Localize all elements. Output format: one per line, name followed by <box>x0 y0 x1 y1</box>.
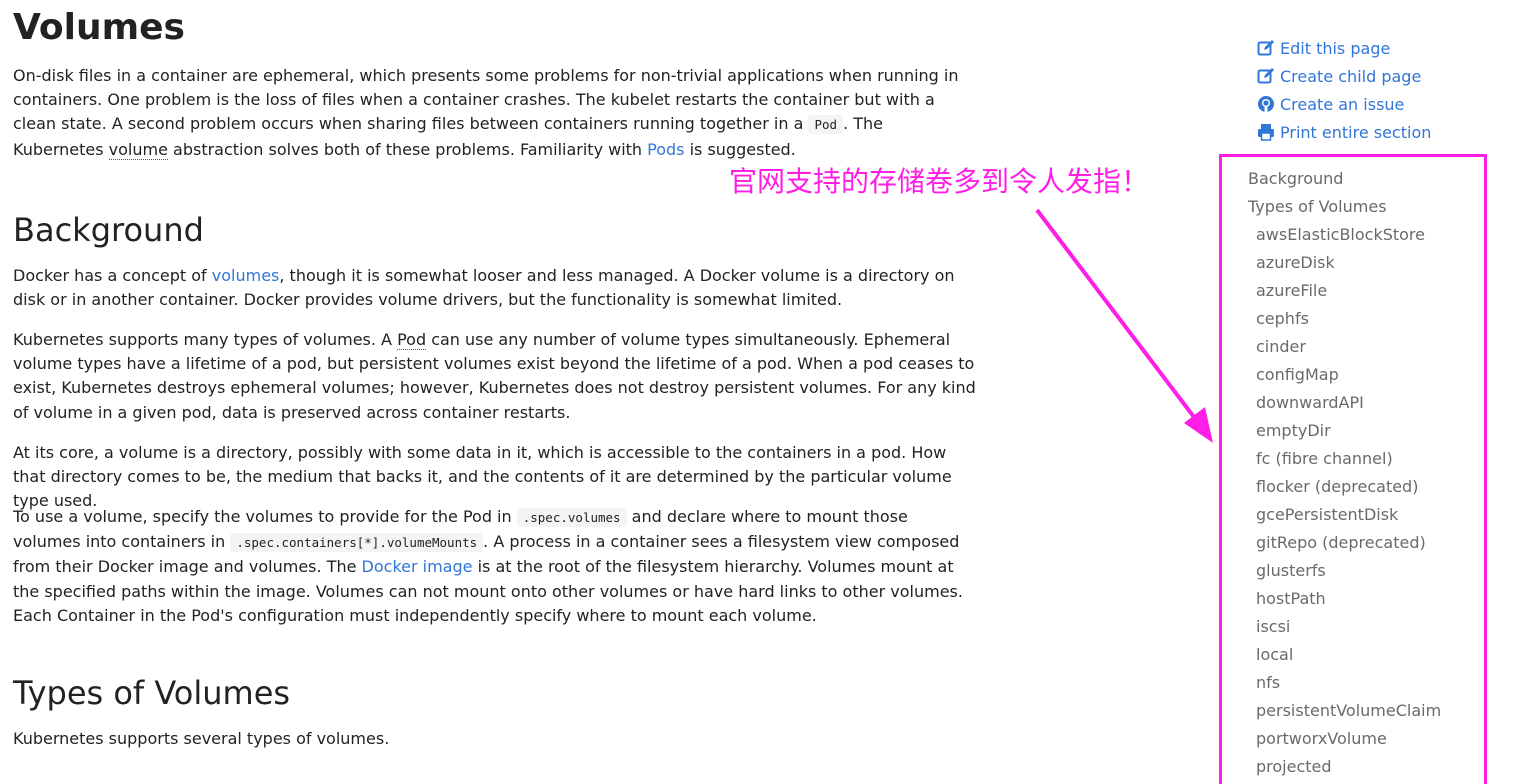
toc-subitem[interactable]: local <box>1248 641 1441 669</box>
intro-paragraph: On-disk files in a container are ephemer… <box>13 66 959 160</box>
create-issue-action[interactable]: Create an issue <box>1257 90 1431 118</box>
toc-subitem[interactable]: downwardAPI <box>1248 389 1441 417</box>
page-actions: Edit this page Create child page Create … <box>1257 34 1431 146</box>
docker-image-link[interactable]: Docker image <box>362 557 473 576</box>
inline-code: .spec.volumes <box>516 508 627 527</box>
background-paragraph-2: Kubernetes supports many types of volume… <box>13 330 976 422</box>
create-child-page-action[interactable]: Create child page <box>1257 62 1431 90</box>
toc-subitem[interactable]: configMap <box>1248 361 1441 389</box>
toc-subitem[interactable]: nfs <box>1248 669 1441 697</box>
toc-subitem[interactable]: emptyDir <box>1248 417 1441 445</box>
toc-subitem[interactable]: glusterfs <box>1248 557 1441 585</box>
edit-page-action[interactable]: Edit this page <box>1257 34 1431 62</box>
toc-item-background[interactable]: Background <box>1248 165 1441 193</box>
toc-subitem[interactable]: azureFile <box>1248 277 1441 305</box>
types-paragraph: Kubernetes supports several types of vol… <box>13 729 390 748</box>
edit-icon <box>1257 39 1275 57</box>
annotation-text: 官网支持的存储卷多到令人发指！ <box>729 165 1150 198</box>
github-icon <box>1257 95 1275 113</box>
background-paragraph-4: To use a volume, specify the volumes to … <box>13 507 963 625</box>
toc-subitem[interactable]: awsElasticBlockStore <box>1248 221 1441 249</box>
toc-subitem[interactable]: fc (fibre channel) <box>1248 445 1441 473</box>
toc-subitem[interactable]: gitRepo (deprecated) <box>1248 529 1441 557</box>
edit-icon <box>1257 67 1275 85</box>
toc-item-types-of-volumes[interactable]: Types of Volumes <box>1248 193 1441 221</box>
toc-subitem[interactable]: iscsi <box>1248 613 1441 641</box>
table-of-contents: Background Types of Volumes awsElasticBl… <box>1248 165 1441 781</box>
inline-code: Pod <box>808 115 844 135</box>
toc-subitem[interactable]: portworxVolume <box>1248 725 1441 753</box>
toc-subitem[interactable]: gcePersistentDisk <box>1248 501 1441 529</box>
toc-subitem[interactable]: projected <box>1248 753 1441 781</box>
print-icon <box>1257 123 1275 141</box>
glossary-term-pod[interactable]: Pod <box>397 330 427 350</box>
page-title: Volumes <box>13 7 185 48</box>
toc-subitem[interactable]: cephfs <box>1248 305 1441 333</box>
background-paragraph-1: Docker has a concept of volumes, though … <box>13 266 955 310</box>
volumes-link[interactable]: volumes <box>212 266 280 285</box>
background-heading: Background <box>13 211 204 249</box>
toc-subitem[interactable]: cinder <box>1248 333 1441 361</box>
types-of-volumes-heading: Types of Volumes <box>13 674 291 712</box>
inline-code: .spec.containers[*].volumeMounts <box>230 533 484 553</box>
print-section-action[interactable]: Print entire section <box>1257 118 1431 146</box>
toc-subitem[interactable]: azureDisk <box>1248 249 1441 277</box>
toc-subitem[interactable]: flocker (deprecated) <box>1248 473 1441 501</box>
toc-subitem[interactable]: hostPath <box>1248 585 1441 613</box>
background-paragraph-3: At its core, a volume is a directory, po… <box>13 443 952 511</box>
toc-subitem[interactable]: persistentVolumeClaim <box>1248 697 1441 725</box>
glossary-term-volume[interactable]: volume <box>108 139 168 160</box>
pods-link[interactable]: Pods <box>647 140 684 159</box>
